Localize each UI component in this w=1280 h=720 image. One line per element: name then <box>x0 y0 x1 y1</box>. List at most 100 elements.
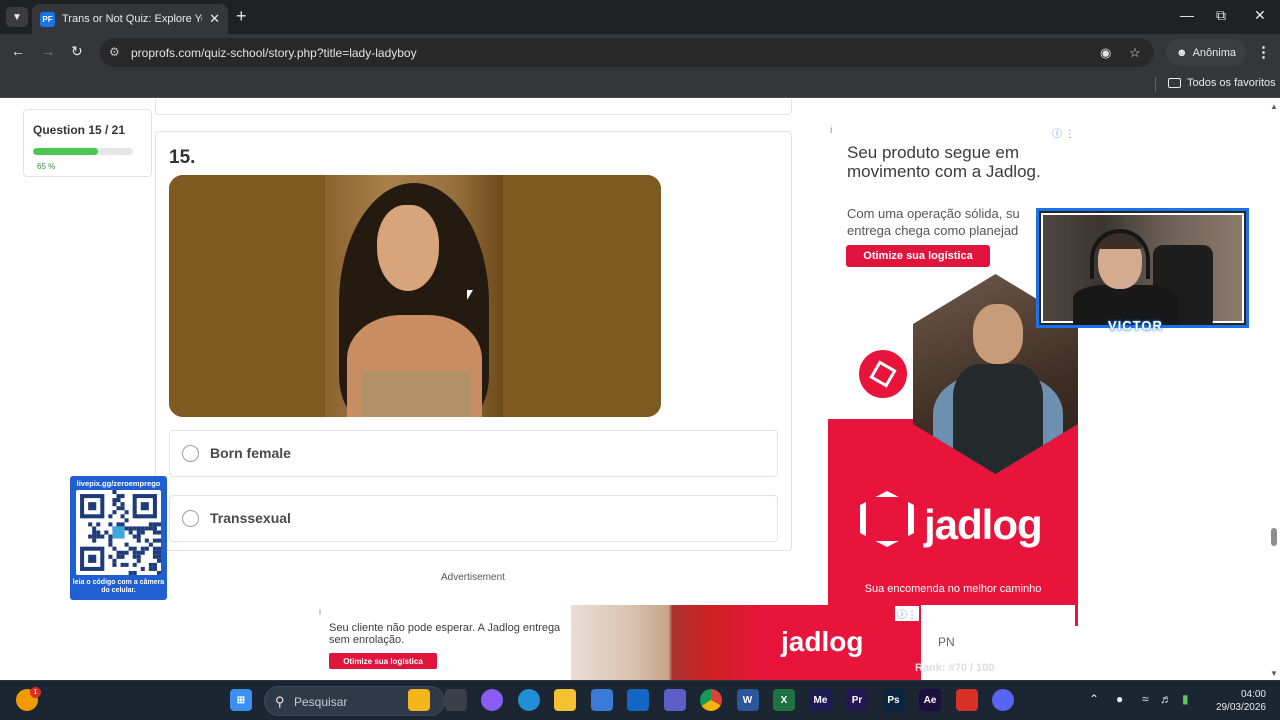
discord-icon[interactable] <box>992 689 1014 711</box>
webcam-feed <box>1041 213 1244 325</box>
tab-search-button[interactable]: ▼ <box>6 7 28 27</box>
tracking-eye-off-icon[interactable]: ◉ <box>1100 45 1111 61</box>
lighthouse-app-icon[interactable] <box>408 689 430 711</box>
windows-start-icon[interactable]: ⊞ <box>230 689 252 711</box>
ad-headline: Seu produto segue em movimento com a Jad… <box>847 143 1041 181</box>
after-effects-icon[interactable]: Ae <box>919 689 941 711</box>
incognito-profile-button[interactable]: ☻ Anônima <box>1166 39 1246 66</box>
browser-menu-icon[interactable]: ⋮ <box>1256 43 1271 61</box>
ad-bottom-cta-button[interactable]: Otimize sua logística <box>329 653 437 669</box>
bookmarks-folder-label: Todos os favoritos <box>1187 77 1276 89</box>
new-tab-button[interactable]: + <box>236 7 247 25</box>
webcam-overlay <box>1036 208 1249 328</box>
speaker-icon[interactable]: ♬ <box>1160 692 1172 706</box>
progress-percent: 65 % <box>37 162 56 171</box>
radio-button[interactable] <box>182 445 199 462</box>
url-text: proprofs.com/quiz-school/story.php?title… <box>131 46 417 60</box>
photoshop-icon[interactable]: Ps <box>882 689 905 711</box>
jadlog-bottom-ad[interactable]: i Seu cliente não pode esperar. A Jadlog… <box>315 605 1075 680</box>
mouse-cursor-icon <box>467 290 473 300</box>
battery-icon[interactable]: ▮ <box>1182 692 1189 706</box>
reload-icon[interactable]: ↻ <box>71 43 83 60</box>
answer-label: Transsexual <box>210 510 291 526</box>
microphone-icon[interactable]: ● <box>1116 692 1123 706</box>
image-padding-right <box>503 175 661 417</box>
address-bar[interactable]: ⚙ proprofs.com/quiz-school/story.php?tit… <box>100 38 1154 67</box>
progress-bar-fill <box>33 148 98 155</box>
search-icon: ⚲ <box>275 694 285 709</box>
word-icon[interactable]: W <box>736 689 759 711</box>
qr-code <box>76 490 161 575</box>
tab-close-icon[interactable]: ✕ <box>209 11 220 27</box>
teams-icon[interactable] <box>663 689 686 711</box>
ad-info-icon[interactable]: i <box>830 125 832 136</box>
taskbar-clock[interactable]: 04:00 29/03/2026 <box>1212 688 1266 714</box>
ad-brand: jadlog <box>924 501 1043 548</box>
notification-badge: 1 <box>30 687 41 698</box>
question-number: 15. <box>169 147 196 168</box>
qr-caption: leia o código com a câmera do celular. <box>72 579 165 594</box>
photo-garment <box>361 371 471 417</box>
bookmarks-divider <box>1155 77 1156 92</box>
question-image <box>169 175 661 417</box>
clock-time: 04:00 <box>1240 689 1266 700</box>
ad-side-text: PN <box>938 635 955 649</box>
progress-label: Question 15 / 21 <box>33 123 126 137</box>
store-icon[interactable] <box>590 689 613 711</box>
profile-label: Anônima <box>1192 46 1236 59</box>
restore-icon[interactable]: ⧉ <box>1216 7 1226 24</box>
answer-option-born-female[interactable]: Born female <box>169 430 778 477</box>
answer-label: Born female <box>210 445 291 461</box>
premiere-icon[interactable]: Pr <box>846 689 868 711</box>
media-encoder-label: Me <box>813 694 828 706</box>
image-padding-left <box>169 175 325 417</box>
scroll-up-icon[interactable]: ▲ <box>1270 102 1278 111</box>
edge-icon[interactable] <box>517 689 540 711</box>
ad-info-icon[interactable]: i <box>319 607 321 617</box>
outlook-icon[interactable] <box>627 689 649 711</box>
scroll-down-icon[interactable]: ▼ <box>1270 669 1278 678</box>
chrome-icon[interactable] <box>700 689 722 711</box>
radio-button[interactable] <box>182 510 199 527</box>
portrait-photo <box>325 175 503 417</box>
wifi-icon[interactable]: ≈ <box>1142 692 1149 706</box>
folder-icon <box>1168 78 1181 88</box>
web-page: Question 15 / 21 65 % 15. Born female Tr… <box>0 99 1268 680</box>
screen: ▼ PF Trans or Not Quiz: Explore Your ✕ +… <box>0 0 1280 720</box>
incognito-icon: ☻ <box>1176 46 1188 59</box>
bookmark-star-icon[interactable]: ☆ <box>1129 45 1141 61</box>
cube-icon <box>869 360 897 388</box>
minimize-icon[interactable]: — <box>1180 7 1194 23</box>
file-explorer-icon[interactable] <box>554 689 576 711</box>
ad-choices-icon[interactable]: ⓘ⋮ <box>895 606 919 621</box>
tab-title: Trans or Not Quiz: Explore Your <box>62 13 203 25</box>
ad-bottom-brand: jadlog <box>781 626 864 657</box>
chevron-up-icon[interactable]: ⌃ <box>1089 692 1099 706</box>
after-effects-label: Ae <box>923 694 937 706</box>
site-info-icon[interactable]: ⚙ <box>109 45 120 59</box>
task-view-icon[interactable] <box>444 689 467 711</box>
question-card: 15. Born female Transsexual <box>155 131 792 551</box>
answer-option-transsexual[interactable]: Transsexual <box>169 495 778 542</box>
cards-app-icon[interactable] <box>955 689 978 711</box>
excel-label: X <box>780 694 788 706</box>
ad-cta-button[interactable]: Otimize sua logística <box>846 245 990 267</box>
excel-icon[interactable]: X <box>773 689 795 711</box>
media-encoder-icon[interactable]: Me <box>809 689 832 711</box>
donation-qr-card: livepix.gg/zeroemprego leia o código com… <box>70 476 167 600</box>
page-scrollbar[interactable]: ▲ ▼ <box>1268 99 1280 680</box>
copilot-icon[interactable] <box>481 689 503 711</box>
active-tab[interactable]: PF Trans or Not Quiz: Explore Your ✕ <box>32 4 228 34</box>
close-window-icon[interactable]: ✕ <box>1254 7 1266 24</box>
forward-arrow-icon[interactable]: → <box>41 43 55 59</box>
back-arrow-icon[interactable]: ← <box>11 43 25 59</box>
jadlog-side-ad[interactable]: i ⓘ ⋮ Seu produto segue em movimento com… <box>828 119 1078 626</box>
streamer-name: VICTOR <box>1108 318 1163 333</box>
all-bookmarks-folder[interactable]: Todos os favoritos <box>1168 77 1276 89</box>
ad-choices-icon[interactable]: ⓘ ⋮ <box>1052 125 1075 140</box>
ad-tagline: Sua encomenda no melhor caminho <box>864 583 1042 595</box>
search-placeholder: Pesquisar <box>294 695 348 709</box>
clock-date: 29/03/2026 <box>1215 702 1266 713</box>
faded-rank-text: Rank: #70 / 100 <box>915 662 995 674</box>
scroll-thumb[interactable] <box>1271 528 1277 546</box>
